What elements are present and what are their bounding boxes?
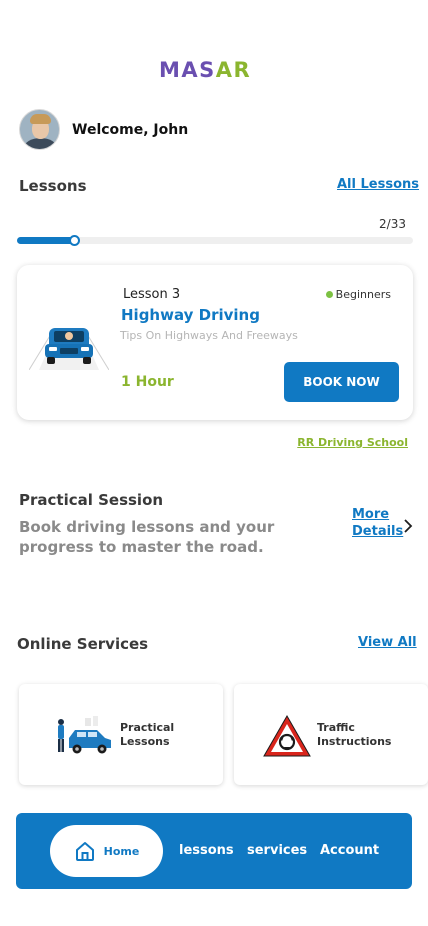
avatar[interactable] [19, 109, 60, 150]
lesson-title: Highway Driving [121, 306, 260, 324]
more-details-link[interactable]: More Details [352, 506, 403, 540]
all-lessons-link[interactable]: All Lessons [337, 177, 419, 192]
app-logo: MAS AR [159, 58, 263, 82]
welcome-text: Welcome, John [72, 121, 189, 138]
lessons-title: Lessons [19, 177, 87, 195]
bottom-nav: Home lessons services Account [16, 813, 412, 889]
services-title: Online Services [17, 635, 149, 653]
nav-lessons[interactable]: lessons [179, 843, 234, 858]
service-card-practical[interactable]: Practical Lessons [19, 684, 223, 785]
lesson-subtitle: Tips On Highways And Freeways [120, 329, 298, 342]
practical-description: Book driving lessons and your progress t… [19, 518, 275, 556]
service-label: Traffic Instructions [317, 721, 391, 749]
logo-text-part1: MAS [159, 58, 216, 82]
nav-services[interactable]: services [247, 843, 307, 858]
progress-fill [17, 237, 74, 244]
service-card-traffic[interactable]: Traffic Instructions [234, 684, 428, 785]
driving-school-link[interactable]: RR Driving School [297, 436, 408, 449]
nav-account[interactable]: Account [320, 843, 379, 858]
lesson-number: Lesson 3 [123, 287, 181, 302]
service-label: Practical Lessons [120, 721, 174, 749]
practical-title: Practical Session [19, 491, 164, 509]
home-icon [75, 842, 94, 861]
service-label-line1: Practical [120, 721, 175, 734]
service-label-line2: Lessons [120, 735, 170, 748]
welcome-header: Welcome, John [19, 109, 188, 150]
view-all-link[interactable]: View All [358, 635, 417, 650]
progress-knob[interactable] [69, 235, 80, 246]
car-front-icon [29, 328, 109, 370]
nav-home[interactable]: Home [50, 825, 163, 877]
progress-count: 2/33 [379, 217, 406, 231]
car-lesson-icon [58, 716, 111, 754]
level-badge: Beginners [325, 288, 391, 301]
nav-home-label: Home [103, 844, 140, 858]
lesson-duration: 1 Hour [121, 374, 174, 390]
roundabout-sign-icon [263, 714, 311, 757]
logo-text-part2: AR [215, 58, 252, 82]
service-label-line1: Traffic [317, 721, 355, 734]
progress-bar [17, 235, 413, 246]
level-dot-icon [325, 291, 333, 298]
book-now-button[interactable]: BOOK NOW [284, 362, 399, 402]
service-label-line2: Instructions [317, 735, 392, 748]
lesson-card[interactable]: Lesson 3 Beginners Highway Driving Tips … [17, 265, 413, 420]
level-label: Beginners [335, 288, 391, 301]
chevron-right-icon[interactable] [402, 519, 414, 533]
